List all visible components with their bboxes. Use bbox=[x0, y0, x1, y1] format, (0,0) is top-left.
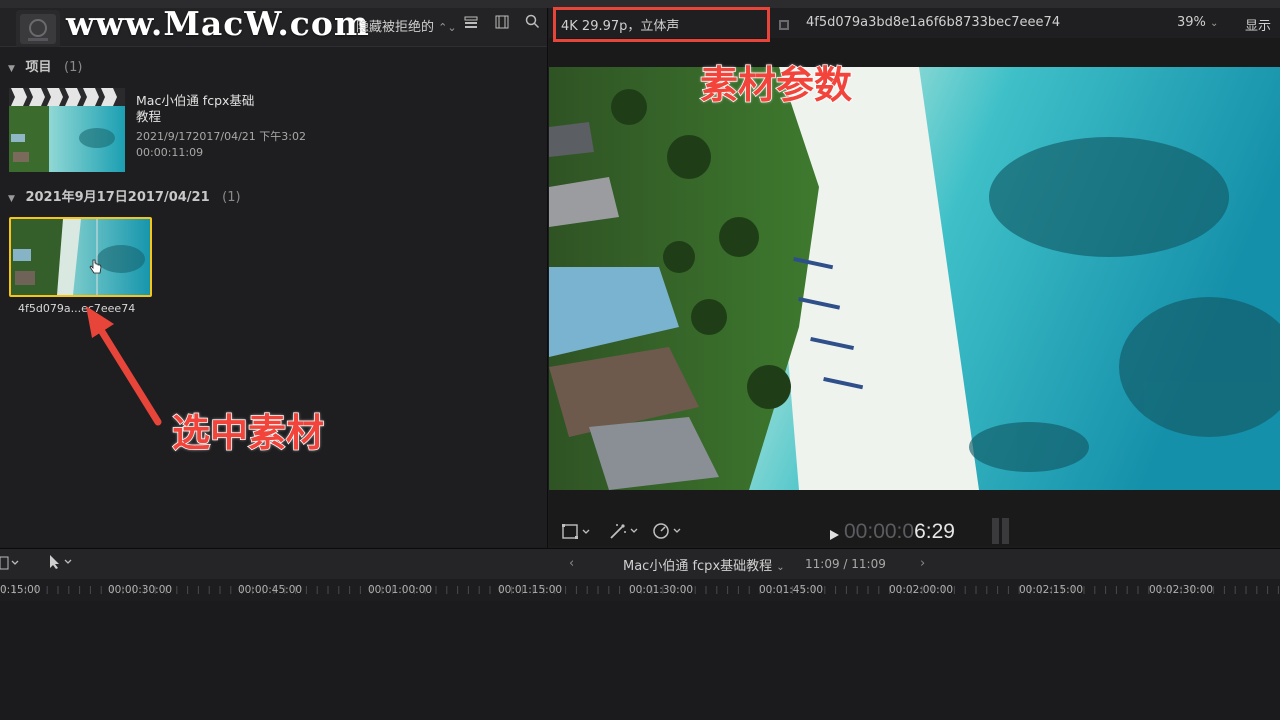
watermark-text: www.MacW.com bbox=[66, 4, 370, 43]
ruler-label: 00:00:30:00 bbox=[108, 584, 173, 596]
chevron-down-icon: ⌄ bbox=[1210, 18, 1219, 29]
filter-dropdown[interactable]: 隐藏被拒绝的 ⌃⌄ bbox=[356, 16, 457, 35]
forward-icon[interactable]: › bbox=[920, 556, 925, 571]
clip-thumbnail-selected[interactable] bbox=[9, 217, 152, 297]
project-title-line2: 教程 bbox=[136, 109, 162, 124]
ruler-label: 00:01:15:00 bbox=[498, 584, 563, 596]
annotation-clip-params: 素材参数 bbox=[699, 62, 853, 108]
ruler-label: 00:00:45:00 bbox=[238, 584, 303, 596]
clip-name-text: 4f5d079a3bd8e1a6f6b8733bec7eee74 bbox=[806, 15, 1061, 30]
annotation-select-clip: 选中素材 bbox=[171, 410, 325, 456]
filmstrip-icon[interactable] bbox=[495, 15, 509, 33]
event-header-label: 2021年9月17日2017/04/21 bbox=[25, 190, 210, 205]
pointer-hand-icon bbox=[87, 258, 105, 280]
project-duration: 00:00:11:09 bbox=[136, 146, 204, 159]
zoom-value: 39% bbox=[1177, 15, 1206, 30]
project-name-dropdown[interactable]: Mac小伯通 fcpx基础教程 ⌄ bbox=[623, 555, 785, 574]
project-title-line1: Mac小伯通 fcpx基础 bbox=[136, 93, 255, 108]
timeline-project-name: Mac小伯通 fcpx基础教程 bbox=[623, 559, 773, 574]
app-logo-icon bbox=[16, 10, 60, 48]
zoom-dropdown[interactable]: 39% ⌄ bbox=[1177, 15, 1218, 30]
film-icon bbox=[778, 16, 790, 35]
chevron-down-icon: ⌄ bbox=[776, 562, 785, 573]
ruler-label: 00:02:15:00 bbox=[1019, 584, 1084, 596]
ruler-label: 0:15:00 bbox=[0, 584, 41, 596]
disclosure-triangle-icon: ▼ bbox=[8, 64, 15, 74]
ruler-label: 00:01:30:00 bbox=[629, 584, 694, 596]
playhead-timecode: 00:00:06:29 bbox=[844, 520, 955, 544]
projects-header-label: 项目 bbox=[25, 60, 52, 75]
annotation-arrow bbox=[80, 300, 170, 434]
video-frame bbox=[549, 67, 1280, 490]
arrow-tool-icon[interactable] bbox=[48, 554, 76, 574]
timeline-position: 11:09 / 11:09 bbox=[805, 557, 886, 571]
project-date: 2021/9/172017/04/21 下午3:02 bbox=[136, 130, 307, 143]
timecode-dim: 00:00:0 bbox=[844, 520, 915, 543]
list-view-icon[interactable] bbox=[464, 15, 478, 33]
ruler-label: 00:02:00:00 bbox=[889, 584, 954, 596]
play-icon[interactable] bbox=[828, 526, 840, 545]
annotation-highlight-box bbox=[553, 7, 770, 42]
disclosure-triangle-icon: ▼ bbox=[8, 194, 15, 204]
layout-icon[interactable] bbox=[0, 555, 22, 574]
timeline-area[interactable] bbox=[0, 601, 1280, 720]
transform-icon[interactable] bbox=[562, 523, 592, 545]
project-thumbnail[interactable] bbox=[9, 88, 125, 172]
back-icon[interactable]: ‹ bbox=[569, 556, 574, 571]
projects-count: (1) bbox=[64, 60, 83, 75]
project-title: Mac小伯通 fcpx基础 教程 bbox=[136, 93, 254, 125]
ruler-label: 00:01:45:00 bbox=[759, 584, 824, 596]
event-count: (1) bbox=[222, 190, 241, 205]
panel-divider bbox=[547, 8, 548, 548]
audio-meter bbox=[992, 518, 1012, 544]
search-icon[interactable] bbox=[525, 14, 540, 33]
ruler-label: 00:01:00:00 bbox=[368, 584, 433, 596]
ruler-label: 00:02:30:00 bbox=[1149, 584, 1214, 596]
timecode-bright: 6:29 bbox=[914, 520, 955, 543]
sort-chevron-icon: ⌃⌄ bbox=[438, 21, 457, 34]
speed-icon[interactable] bbox=[652, 522, 684, 544]
filter-label: 隐藏被拒绝的 bbox=[356, 20, 435, 35]
event-section-header[interactable]: ▼ 2021年9月17日2017/04/21 (1) bbox=[8, 186, 241, 205]
projects-section-header[interactable]: ▼ 项目 (1) bbox=[8, 56, 82, 75]
magic-wand-icon[interactable] bbox=[608, 522, 640, 544]
display-menu[interactable]: 显示 bbox=[1245, 15, 1271, 34]
